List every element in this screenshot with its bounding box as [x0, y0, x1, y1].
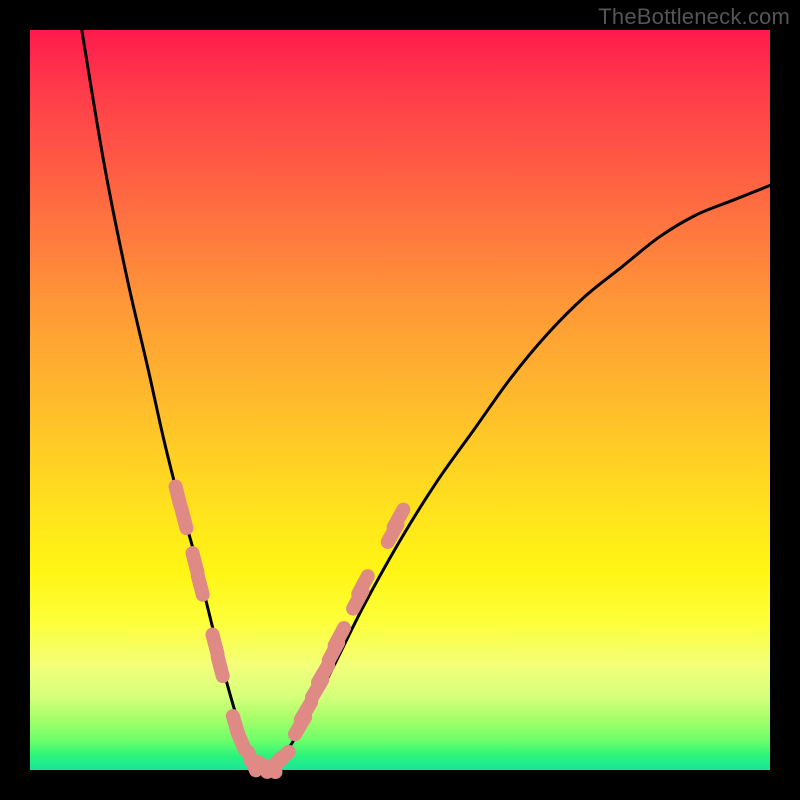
plot-area [30, 30, 770, 770]
curve-layer [30, 30, 770, 770]
chart-frame: TheBottleneck.com [0, 0, 800, 800]
curve-beads [176, 486, 404, 772]
attribution-label: TheBottleneck.com [598, 4, 790, 30]
bottleneck-curve [82, 30, 770, 770]
